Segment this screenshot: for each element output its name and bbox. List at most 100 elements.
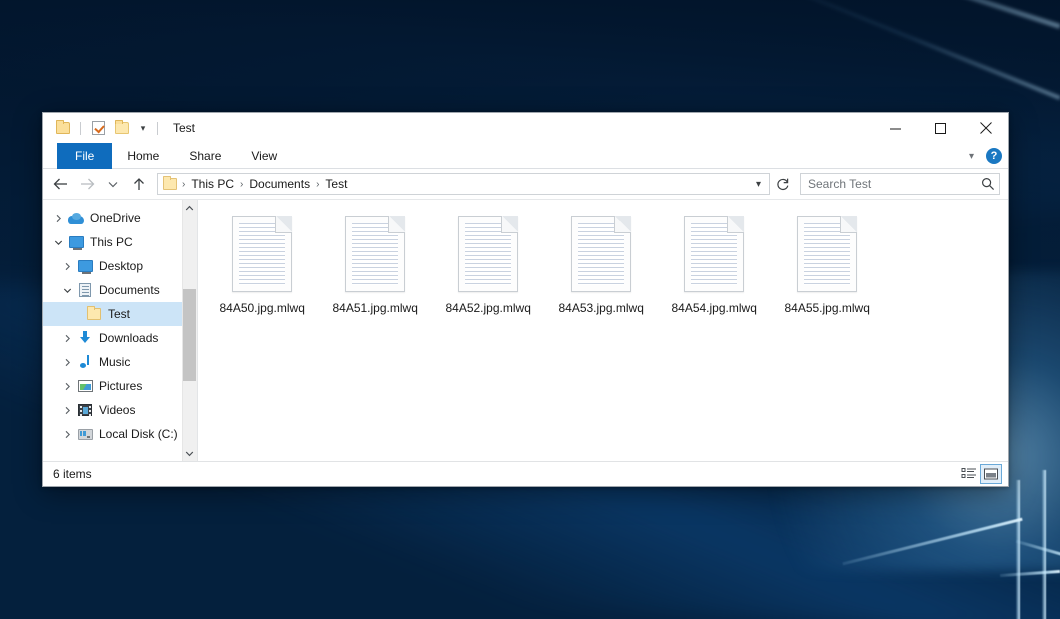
sidebar-item-this-pc[interactable]: This PC [43,230,182,254]
navigation-tree: OneDrive This PC Deskt [43,200,182,461]
logo-beam-vertical-2 [1042,470,1046,619]
refresh-button[interactable] [772,172,794,196]
search-box[interactable] [800,173,1000,195]
sidebar-item-label: Music [99,355,130,369]
drive-icon [76,426,94,442]
list-item[interactable]: 84A53.jpg.mlwq [545,214,658,336]
breadcrumb-item-test[interactable]: Test [322,177,350,191]
music-icon [76,354,94,370]
properties-icon[interactable] [88,118,108,138]
tab-view[interactable]: View [236,143,292,169]
sidebar-item-label: Local Disk (C:) [99,427,178,441]
sidebar-item-onedrive[interactable]: OneDrive [43,206,182,230]
navigation-scrollbar[interactable] [182,200,197,461]
window-body: OneDrive This PC Deskt [43,199,1008,461]
file-name: 84A50.jpg.mlwq [219,301,304,315]
search-input[interactable] [808,177,981,191]
navigation-pane: OneDrive This PC Deskt [43,200,198,461]
help-icon[interactable]: ? [986,148,1002,164]
chevron-down-icon[interactable] [58,278,76,302]
sidebar-item-downloads[interactable]: Downloads [43,326,182,350]
window-controls [873,113,1008,143]
scroll-up-button[interactable] [182,200,197,216]
close-button[interactable] [963,113,1008,143]
sidebar-item-label: OneDrive [90,211,141,225]
chevron-down-icon[interactable]: ▾ [750,179,767,190]
chevron-right-icon[interactable] [58,422,76,446]
scrollbar-thumb[interactable] [183,289,196,381]
status-bar: 6 items [43,461,1008,486]
sidebar-item-pictures[interactable]: Pictures [43,374,182,398]
breadcrumb-item-this-pc[interactable]: This PC [188,177,237,191]
back-button[interactable] [49,172,73,196]
breadcrumb-separator[interactable]: › [179,179,188,190]
pictures-icon [76,378,94,394]
tab-file[interactable]: File [57,143,112,169]
title-bar[interactable]: ▾ Test [43,113,1008,143]
list-item[interactable]: 84A51.jpg.mlwq [319,214,432,336]
breadcrumb-separator[interactable]: › [237,179,246,190]
scrollbar-track[interactable] [182,216,197,445]
list-item[interactable]: 84A50.jpg.mlwq [206,214,319,336]
sidebar-item-label: Downloads [99,331,158,345]
chevron-right-icon[interactable] [58,326,76,350]
chevron-right-icon[interactable] [58,350,76,374]
qat-separator-2 [157,122,158,135]
videos-icon [76,402,94,418]
scroll-down-button[interactable] [182,445,197,461]
file-name: 84A52.jpg.mlwq [445,301,530,315]
breadcrumb-separator[interactable]: › [313,179,322,190]
sidebar-item-music[interactable]: Music [43,350,182,374]
ribbon-right-controls: ▾ ? [965,143,1002,169]
folder-icon[interactable] [53,118,73,138]
sidebar-item-label: Test [108,307,130,321]
sidebar-item-documents[interactable]: Documents [43,278,182,302]
maximize-button[interactable] [918,113,963,143]
sidebar-item-local-disk-c[interactable]: Local Disk (C:) [43,422,182,446]
forward-button[interactable] [75,172,99,196]
large-icons-view-button[interactable] [980,464,1002,484]
desktop-icon [76,258,94,274]
list-item[interactable]: 84A55.jpg.mlwq [771,214,884,336]
sidebar-item-videos[interactable]: Videos [43,398,182,422]
sidebar-item-test[interactable]: Test [43,302,182,326]
sidebar-item-label: Videos [99,403,135,417]
chevron-right-icon[interactable] [58,398,76,422]
pc-icon [67,234,85,250]
recent-locations-button[interactable] [101,172,125,196]
breadcrumb[interactable]: › This PC › Documents › Test ▾ [157,173,770,195]
details-view-button[interactable] [958,464,980,484]
up-button[interactable] [127,172,151,196]
item-count-label: 6 items [53,467,92,481]
sidebar-item-desktop[interactable]: Desktop [43,254,182,278]
tab-home[interactable]: Home [112,143,174,169]
new-folder-icon[interactable] [112,118,132,138]
chevron-right-icon[interactable] [49,206,67,230]
breadcrumb-item-documents[interactable]: Documents [246,177,313,191]
chevron-down-icon[interactable] [49,230,67,254]
generic-document-icon [232,216,292,292]
sidebar-item-label: Documents [99,283,160,297]
folder-icon [85,306,103,322]
logo-beam-vertical-1 [1016,480,1020,619]
quick-access-toolbar: ▾ Test [43,113,195,143]
generic-document-icon [345,216,405,292]
chevron-down-icon[interactable]: ▾ [965,151,978,162]
tab-share[interactable]: Share [174,143,236,169]
chevron-down-icon[interactable]: ▾ [136,118,150,138]
window-title: Test [173,121,195,135]
chevron-right-icon[interactable] [58,374,76,398]
file-explorer-window: ▾ Test File Home Share View [42,112,1009,487]
file-name: 84A51.jpg.mlwq [332,301,417,315]
folder-icon [163,178,177,190]
documents-icon [76,282,94,298]
qat-separator [80,122,81,135]
minimize-button[interactable] [873,113,918,143]
search-icon[interactable] [981,177,995,191]
generic-document-icon [684,216,744,292]
chevron-right-icon[interactable] [58,254,76,278]
file-list-view[interactable]: 84A50.jpg.mlwq 84A51.jpg.mlwq 84A52.jpg.… [198,200,1008,461]
list-item[interactable]: 84A54.jpg.mlwq [658,214,771,336]
list-item[interactable]: 84A52.jpg.mlwq [432,214,545,336]
generic-document-icon [458,216,518,292]
